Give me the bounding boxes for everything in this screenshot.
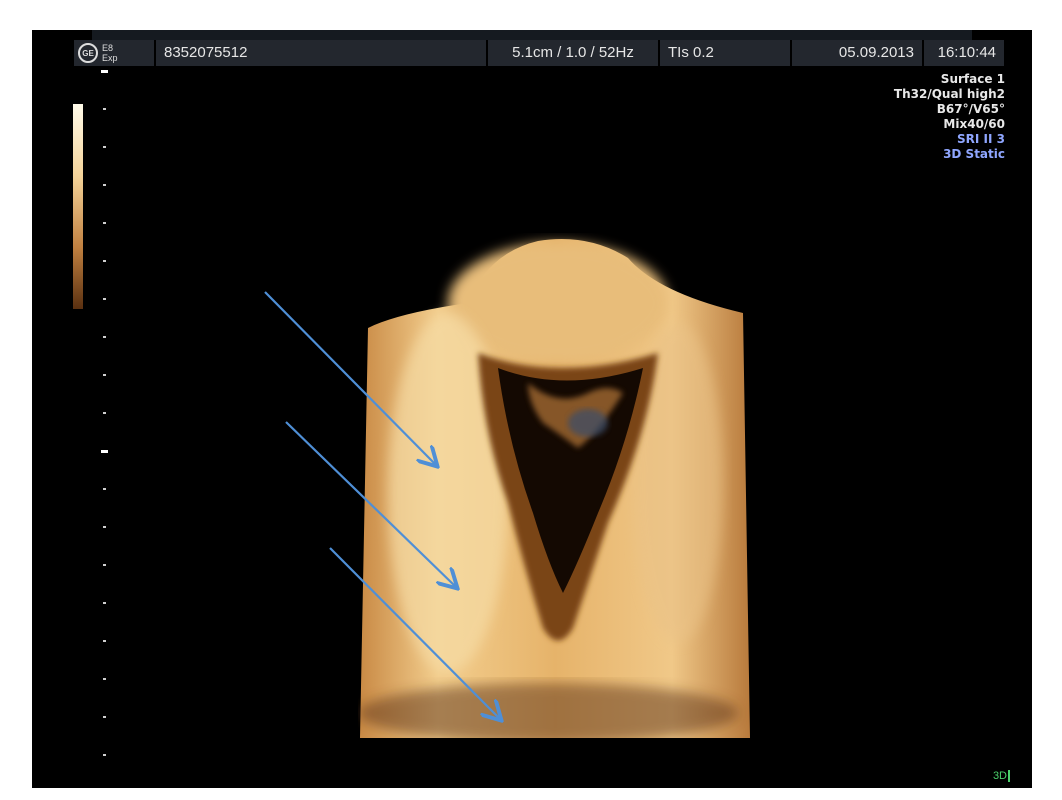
arrow-annotation-lower (329, 547, 500, 719)
annotation-arrows (264, 291, 1032, 788)
3d-mode-badge: 3D (993, 770, 1010, 782)
ultrasound-display: GE E8 Exp 8352075512 5.1cm / 1.0 / 52Hz … (32, 30, 1032, 788)
arrow-annotation-middle (285, 421, 456, 587)
arrow-annotation-upper (264, 291, 436, 465)
